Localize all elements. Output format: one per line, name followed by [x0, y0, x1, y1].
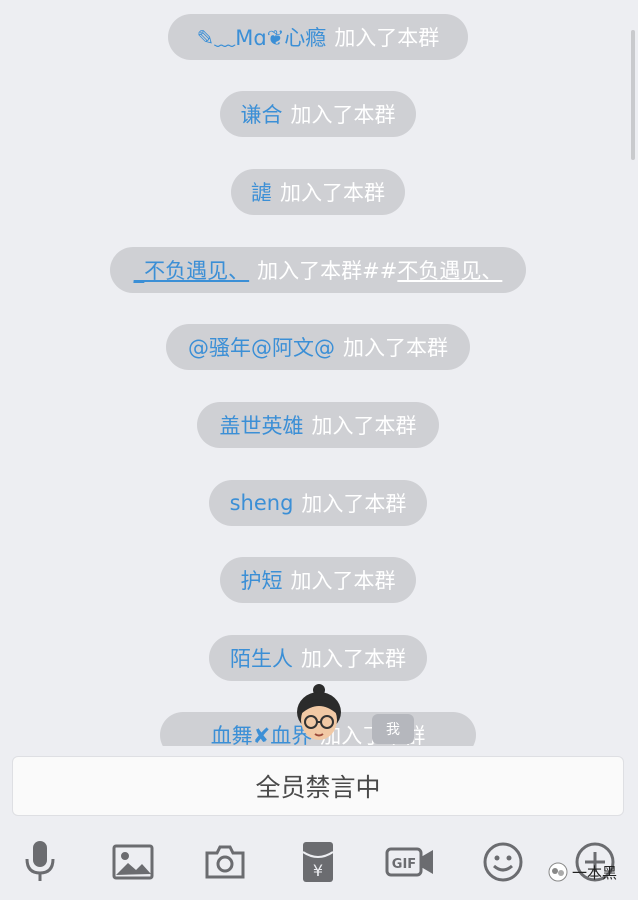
system-message-2: 謔 加入了本群 — [231, 169, 405, 215]
system-message-8: 陌生人 加入了本群 — [209, 635, 427, 681]
mute-notice-text: 全员禁言中 — [255, 773, 381, 802]
gif-label: GIF — [392, 857, 416, 872]
join-text: 加入了本群 — [334, 26, 440, 50]
watermark: 一本黑 — [548, 860, 617, 884]
join-text: 加入了本群## — [257, 259, 398, 283]
member-name-suffix: 不负遇见、 — [397, 259, 503, 283]
join-text: 加入了本群 — [290, 569, 396, 593]
input-toolbar: ¥ GIF — [0, 828, 638, 900]
image-icon[interactable] — [107, 836, 159, 888]
member-name[interactable]: 陌生人 — [230, 643, 293, 673]
member-name[interactable]: @骚年@阿文@ — [188, 332, 335, 362]
mute-notice-bar: 全员禁言中 — [12, 756, 624, 816]
avatar[interactable] — [291, 684, 347, 746]
emoji-icon[interactable] — [477, 836, 529, 888]
system-message-7: 护短 加入了本群 — [220, 557, 416, 603]
member-name[interactable]: 謔 — [251, 177, 272, 207]
member-name[interactable]: ✎﹏Mɑ❦心瘾 — [197, 22, 327, 52]
system-message-4: @骚年@阿文@ 加入了本群 — [166, 324, 470, 370]
join-text: 加入了本群 — [301, 647, 406, 671]
system-message-5: 盖世英雄 加入了本群 — [197, 402, 439, 448]
join-text: 加入了本群 — [311, 414, 417, 438]
red-packet-icon[interactable]: ¥ — [292, 836, 344, 888]
watermark-text: 一本黑 — [572, 863, 618, 882]
camera-icon[interactable] — [199, 836, 251, 888]
chat-area[interactable]: ✎﹏Mɑ❦心瘾 加入了本群 谦合 加入了本群 謔 加入了本群 _不负遇见、 加入… — [0, 0, 638, 746]
member-name[interactable]: sheng — [230, 491, 294, 515]
microphone-icon[interactable] — [14, 836, 66, 888]
member-name[interactable]: _不负遇见、 — [134, 255, 250, 285]
me-badge[interactable]: 我 — [372, 714, 414, 744]
system-message-0: ✎﹏Mɑ❦心瘾 加入了本群 — [168, 14, 468, 60]
member-name[interactable]: 盖世英雄 — [220, 410, 304, 440]
system-message-1: 谦合 加入了本群 — [220, 91, 416, 137]
join-text: 加入了本群 — [343, 336, 448, 360]
red-packet-symbol: ¥ — [313, 861, 323, 880]
wechat-official-icon — [548, 862, 568, 882]
join-text: 加入了本群 — [301, 492, 407, 516]
member-name[interactable]: 护短 — [241, 565, 283, 595]
scrollbar[interactable] — [631, 30, 635, 160]
system-message-3: _不负遇见、 加入了本群## 不负遇见、 — [110, 247, 526, 293]
join-text: 加入了本群 — [280, 181, 385, 205]
member-name[interactable]: 谦合 — [241, 99, 283, 129]
join-text: 加入了本群 — [290, 103, 396, 127]
system-message-6: sheng 加入了本群 — [209, 480, 427, 526]
gif-icon[interactable]: GIF — [384, 836, 436, 888]
